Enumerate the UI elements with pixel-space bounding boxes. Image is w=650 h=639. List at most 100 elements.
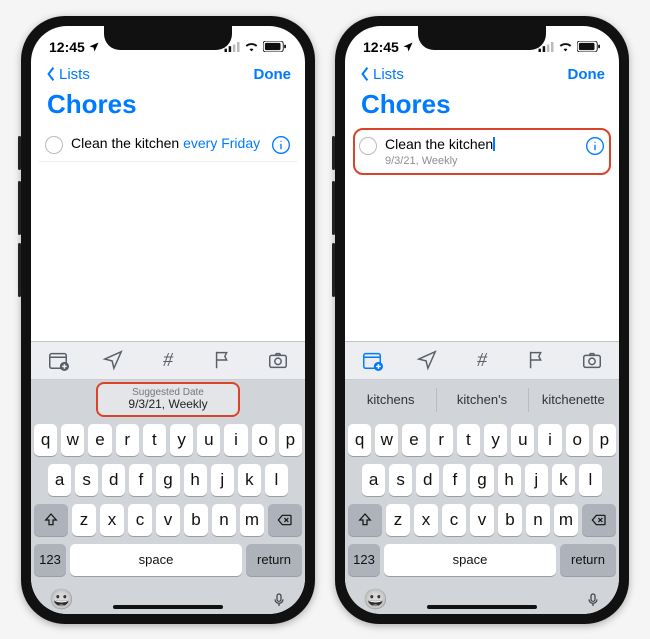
done-button[interactable]: Done xyxy=(254,66,292,83)
key-n[interactable]: n xyxy=(526,504,550,536)
camera-icon[interactable] xyxy=(581,349,603,371)
key-w[interactable]: w xyxy=(61,424,84,456)
key-u[interactable]: u xyxy=(511,424,534,456)
key-b[interactable]: b xyxy=(184,504,208,536)
key-f[interactable]: f xyxy=(129,464,152,496)
key-n[interactable]: n xyxy=(212,504,236,536)
reminder-text-field[interactable]: Clean the kitchen 9/3/21, Weekly xyxy=(385,135,577,168)
key-q[interactable]: q xyxy=(348,424,371,456)
key-s[interactable]: s xyxy=(389,464,412,496)
info-button[interactable] xyxy=(271,135,291,155)
key-k[interactable]: k xyxy=(552,464,575,496)
reminder-row[interactable]: Clean the kitchen every Friday xyxy=(39,128,297,162)
flag-icon[interactable] xyxy=(212,349,234,371)
key-e[interactable]: e xyxy=(402,424,425,456)
space-key[interactable]: space xyxy=(70,544,242,576)
key-w[interactable]: w xyxy=(375,424,398,456)
done-button[interactable]: Done xyxy=(568,66,606,83)
key-i[interactable]: i xyxy=(538,424,561,456)
flag-icon[interactable] xyxy=(526,349,548,371)
chevron-left-icon xyxy=(45,66,57,82)
return-key[interactable]: return xyxy=(246,544,302,576)
numbers-key[interactable]: 123 xyxy=(34,544,66,576)
key-h[interactable]: h xyxy=(184,464,207,496)
key-a[interactable]: a xyxy=(48,464,71,496)
keyboard: qwertyuiop asdfghjkl zxcvbnm 123 space r… xyxy=(345,420,619,576)
key-o[interactable]: o xyxy=(566,424,589,456)
key-m[interactable]: m xyxy=(554,504,578,536)
shift-key[interactable] xyxy=(348,504,382,536)
key-r[interactable]: r xyxy=(116,424,139,456)
key-u[interactable]: u xyxy=(197,424,220,456)
key-g[interactable]: g xyxy=(156,464,179,496)
status-indicators xyxy=(224,41,287,52)
home-indicator[interactable] xyxy=(113,605,223,609)
shift-key[interactable] xyxy=(34,504,68,536)
key-m[interactable]: m xyxy=(240,504,264,536)
key-row-1: qwertyuiop xyxy=(348,424,616,456)
key-a[interactable]: a xyxy=(362,464,385,496)
complete-toggle[interactable] xyxy=(359,137,377,155)
key-z[interactable]: z xyxy=(386,504,410,536)
key-f[interactable]: f xyxy=(443,464,466,496)
key-s[interactable]: s xyxy=(75,464,98,496)
key-x[interactable]: x xyxy=(100,504,124,536)
key-z[interactable]: z xyxy=(72,504,96,536)
hash-icon[interactable]: # xyxy=(157,349,179,371)
key-d[interactable]: d xyxy=(416,464,439,496)
key-q[interactable]: q xyxy=(34,424,57,456)
emoji-key[interactable]: 😀 xyxy=(49,587,74,612)
key-j[interactable]: j xyxy=(525,464,548,496)
key-j[interactable]: j xyxy=(211,464,234,496)
key-g[interactable]: g xyxy=(470,464,493,496)
key-row-1: qwertyuiop xyxy=(34,424,302,456)
key-b[interactable]: b xyxy=(498,504,522,536)
home-indicator[interactable] xyxy=(427,605,537,609)
info-button[interactable] xyxy=(585,136,605,156)
prediction-3[interactable]: kitchenette xyxy=(528,380,619,420)
key-v[interactable]: v xyxy=(156,504,180,536)
location-arrow-icon[interactable] xyxy=(102,349,124,371)
calendar-add-icon[interactable] xyxy=(47,349,69,371)
key-x[interactable]: x xyxy=(414,504,438,536)
key-y[interactable]: y xyxy=(170,424,193,456)
back-button[interactable]: Lists xyxy=(359,66,404,83)
location-arrow-icon[interactable] xyxy=(416,349,438,371)
key-r[interactable]: r xyxy=(430,424,453,456)
complete-toggle[interactable] xyxy=(45,136,63,154)
backspace-key[interactable] xyxy=(268,504,302,536)
key-i[interactable]: i xyxy=(224,424,247,456)
prediction-1[interactable]: kitchens xyxy=(345,380,436,420)
back-button[interactable]: Lists xyxy=(45,66,90,83)
camera-icon[interactable] xyxy=(267,349,289,371)
key-o[interactable]: o xyxy=(252,424,275,456)
key-p[interactable]: p xyxy=(593,424,616,456)
return-key[interactable]: return xyxy=(560,544,616,576)
calendar-add-icon[interactable] xyxy=(361,349,383,371)
hash-icon[interactable]: # xyxy=(471,349,493,371)
reminder-row[interactable]: Clean the kitchen 9/3/21, Weekly xyxy=(353,128,611,175)
key-h[interactable]: h xyxy=(498,464,521,496)
key-e[interactable]: e xyxy=(88,424,111,456)
key-l[interactable]: l xyxy=(265,464,288,496)
key-d[interactable]: d xyxy=(102,464,125,496)
key-l[interactable]: l xyxy=(579,464,602,496)
key-v[interactable]: v xyxy=(470,504,494,536)
numbers-key[interactable]: 123 xyxy=(348,544,380,576)
suggested-date-pill[interactable]: Suggested Date 9/3/21, Weekly xyxy=(96,382,239,417)
space-key[interactable]: space xyxy=(384,544,556,576)
mic-key[interactable] xyxy=(585,590,601,610)
key-c[interactable]: c xyxy=(128,504,152,536)
backspace-key[interactable] xyxy=(582,504,616,536)
key-t[interactable]: t xyxy=(143,424,166,456)
key-y[interactable]: y xyxy=(484,424,507,456)
key-c[interactable]: c xyxy=(442,504,466,536)
prediction-2[interactable]: kitchen's xyxy=(436,380,527,420)
reminder-text-field[interactable]: Clean the kitchen every Friday xyxy=(71,134,263,152)
key-p[interactable]: p xyxy=(279,424,302,456)
location-services-icon xyxy=(88,41,100,53)
mic-key[interactable] xyxy=(271,590,287,610)
key-t[interactable]: t xyxy=(457,424,480,456)
key-k[interactable]: k xyxy=(238,464,261,496)
emoji-key[interactable]: 😀 xyxy=(363,587,388,612)
